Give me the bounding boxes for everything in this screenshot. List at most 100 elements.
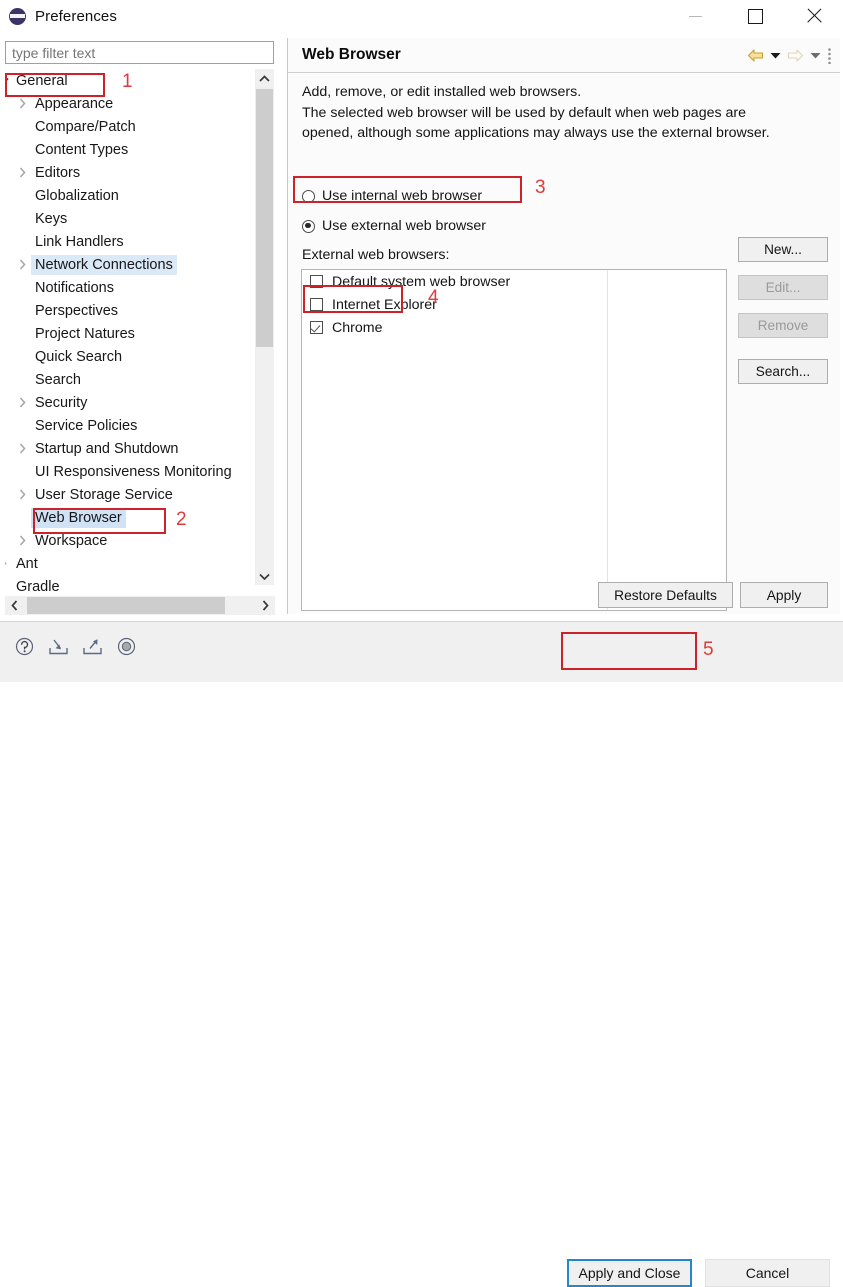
checkbox-icon[interactable] [310, 298, 323, 311]
tree-item-startup-and-shutdown[interactable]: Startup and Shutdown [5, 437, 257, 460]
tree-item-label: Content Types [35, 141, 129, 158]
tree-item-ui-responsiveness-monitoring[interactable]: UI Responsiveness Monitoring [5, 460, 257, 483]
checkbox-checked-icon[interactable] [310, 321, 323, 334]
tree-item-network-connections[interactable]: Network Connections [5, 253, 257, 276]
radio-use-external-web-browser[interactable]: Use external web browser [302, 218, 486, 234]
chevron-right-icon[interactable] [14, 259, 31, 270]
tree-item-web-browser[interactable]: Web Browser [5, 506, 257, 529]
tree-item-quick-search[interactable]: Quick Search [5, 345, 257, 368]
minimize-button[interactable] [672, 0, 718, 32]
tree-item-user-storage-service[interactable]: User Storage Service [5, 483, 257, 506]
tree-item-workspace[interactable]: Workspace [5, 529, 257, 552]
maximize-button[interactable] [732, 0, 778, 32]
tree-horizontal-scroll-thumb[interactable] [27, 597, 225, 614]
list-item-label: Internet Explorer [332, 296, 437, 313]
tree-item-label: Keys [35, 210, 68, 227]
scroll-down-button[interactable] [255, 567, 274, 585]
tree-item-label: General [16, 72, 68, 89]
tree-item-label: Link Handlers [35, 233, 124, 250]
tree-item-link-handlers[interactable]: Link Handlers [5, 230, 257, 253]
chevron-right-icon[interactable] [14, 535, 31, 546]
vertical-dots-icon[interactable] [827, 46, 832, 64]
restore-defaults-button[interactable]: Restore Defaults [598, 582, 733, 608]
list-item[interactable]: Internet Explorer [302, 293, 726, 316]
tree-item-label: Compare/Patch [35, 118, 136, 135]
chevron-down-icon[interactable] [5, 77, 12, 84]
tree-item-service-policies[interactable]: Service Policies [5, 414, 257, 437]
apply-and-close-button[interactable]: Apply and Close [567, 1259, 692, 1287]
tree-item-notifications[interactable]: Notifications [5, 276, 257, 299]
tree-item-label: Startup and Shutdown [35, 440, 179, 457]
scroll-right-button[interactable] [256, 596, 275, 615]
radio-button-icon [302, 189, 315, 203]
tree-item-keys[interactable]: Keys [5, 207, 257, 230]
list-item[interactable]: Default system web browser [302, 270, 726, 293]
export-icon[interactable] [80, 634, 104, 658]
close-icon [806, 8, 822, 24]
tree-item-globalization[interactable]: Globalization [5, 184, 257, 207]
tree-item-label: Security [35, 394, 88, 411]
chevron-right-icon[interactable] [14, 98, 31, 109]
tree-item-label: Ant [16, 555, 38, 572]
tree-item-label: Gradle [16, 578, 60, 595]
help-icon[interactable] [12, 634, 36, 658]
tree-item-gradle[interactable]: Gradle [5, 575, 257, 598]
tree-item-label: UI Responsiveness Monitoring [35, 463, 232, 480]
import-icon[interactable] [46, 634, 70, 658]
cancel-button[interactable]: Cancel [705, 1259, 830, 1287]
tree-vertical-scrollbar[interactable] [255, 69, 274, 585]
tree-item-search[interactable]: Search [5, 368, 257, 391]
tree-item-label: Appearance [35, 95, 114, 112]
tree-item-perspectives[interactable]: Perspectives [5, 299, 257, 322]
scroll-left-button[interactable] [5, 596, 24, 615]
chevron-right-icon[interactable] [14, 443, 31, 454]
external-browsers-label: External web browsers: [302, 247, 450, 263]
record-icon[interactable] [114, 634, 138, 658]
forward-menu-chevron-down-icon[interactable] [810, 46, 821, 64]
description-line: opened, although some applications may a… [302, 125, 770, 141]
tree-item-general[interactable]: General [5, 69, 257, 92]
filter-input[interactable] [5, 41, 274, 64]
tree-item-compare-patch[interactable]: Compare/Patch [5, 115, 257, 138]
back-menu-chevron-down-icon[interactable] [770, 46, 781, 64]
chevron-right-icon[interactable] [14, 397, 31, 408]
tree-vertical-scroll-thumb[interactable] [256, 89, 273, 347]
new-button[interactable]: New... [738, 237, 828, 262]
external-browsers-list[interactable]: Default system web browser Internet Expl… [301, 269, 727, 611]
tree-item-content-types[interactable]: Content Types [5, 138, 257, 161]
tree-item-project-natures[interactable]: Project Natures [5, 322, 257, 345]
preferences-tree[interactable]: General Appearance Compare/Patch Content Ty… [5, 69, 275, 602]
tree-item-list: General Appearance Compare/Patch Content Ty… [5, 69, 257, 598]
radio-use-internal-web-browser[interactable]: Use internal web browser [302, 188, 482, 204]
tree-item-editors[interactable]: Editors [5, 161, 257, 184]
tree-horizontal-scrollbar[interactable] [5, 596, 275, 615]
tree-item-label: Perspectives [35, 302, 119, 319]
tree-item-label: Search [35, 371, 81, 388]
tree-item-label: Globalization [35, 187, 119, 204]
radio-label: Use internal web browser [322, 188, 483, 204]
tree-item-security[interactable]: Security [5, 391, 257, 414]
tree-item-label: Quick Search [35, 348, 123, 365]
list-item[interactable]: Chrome [302, 316, 726, 339]
chevron-right-icon[interactable] [14, 167, 31, 178]
minimize-icon [688, 15, 702, 17]
tree-item-ant[interactable]: Ant [5, 552, 257, 575]
tree-item-appearance[interactable]: Appearance [5, 92, 257, 115]
tree-item-label: Project Natures [35, 325, 135, 342]
remove-button: Remove [738, 313, 828, 338]
chevron-right-icon[interactable] [5, 558, 12, 569]
checkbox-icon[interactable] [310, 275, 323, 288]
scroll-up-button[interactable] [255, 69, 274, 87]
tree-item-label: Editors [35, 164, 81, 181]
tree-item-label: User Storage Service [35, 486, 173, 503]
search-button[interactable]: Search... [738, 359, 828, 384]
list-item-label: Chrome [332, 319, 383, 336]
description-line: Add, remove, or edit installed web brows… [302, 84, 582, 100]
close-button[interactable] [791, 0, 837, 32]
preference-page: Web Browser Add, remove, or edit install… [287, 38, 840, 614]
forward-arrow-icon[interactable] [787, 46, 804, 64]
back-arrow-icon[interactable] [747, 46, 764, 64]
chevron-right-icon[interactable] [14, 489, 31, 500]
apply-button[interactable]: Apply [740, 582, 828, 608]
tree-item-label: Web Browser [31, 507, 126, 528]
